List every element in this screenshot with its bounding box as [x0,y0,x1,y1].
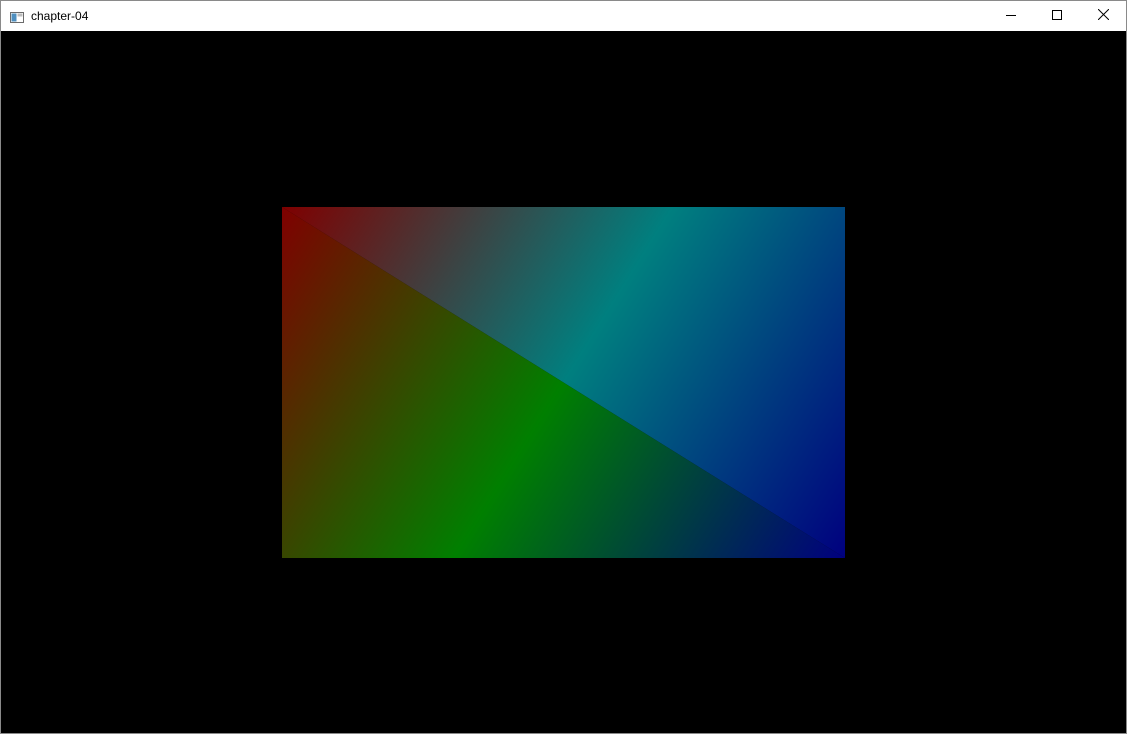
maximize-icon [1052,7,1062,25]
minimize-button[interactable] [988,1,1034,31]
close-icon [1097,7,1109,25]
app-window: chapter-04 [0,0,1127,734]
minimize-icon [1006,7,1016,25]
title-bar[interactable]: chapter-04 [1,1,1126,31]
close-button[interactable] [1080,1,1126,31]
gradient-quad [282,207,845,558]
app-window-icon [10,10,24,23]
window-title: chapter-04 [31,9,89,23]
window-controls [988,1,1126,31]
gradient-quad-svg [282,207,845,558]
render-canvas[interactable] [1,31,1126,733]
maximize-button[interactable] [1034,1,1080,31]
